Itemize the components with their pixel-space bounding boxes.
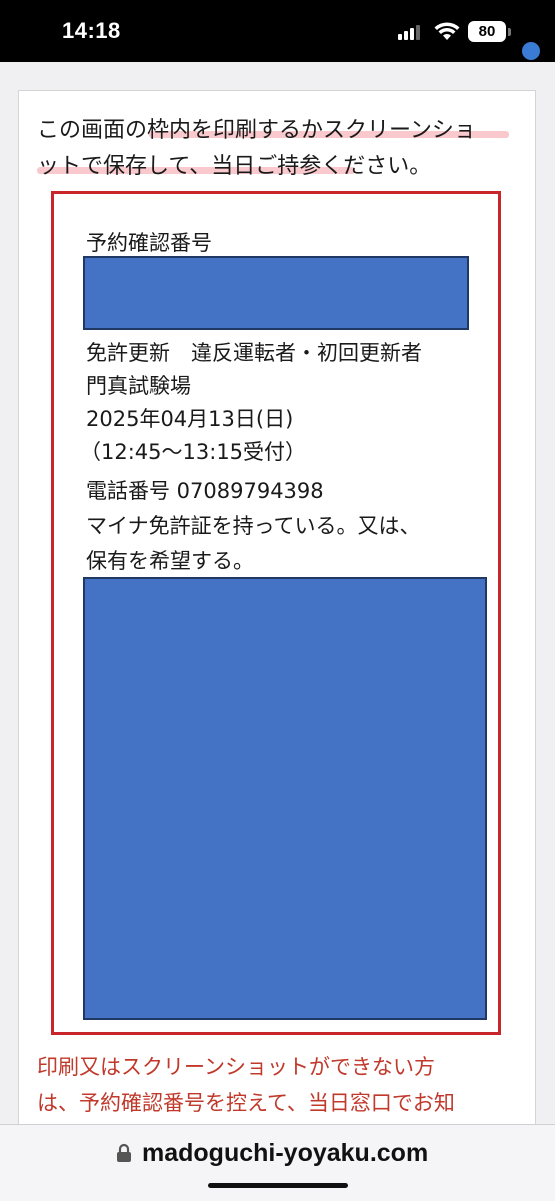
my-number-license-line-1: マイナ免許証を持っている。又は、 [86, 514, 421, 538]
battery-tip [508, 28, 511, 36]
license-type: 免許更新 違反運転者・初回更新者 [86, 341, 422, 365]
scroll-indicator-dot [522, 42, 540, 60]
reservation-number-label: 予約確認番号 [86, 231, 212, 255]
intro-line-1: この画面の枠内を印刷するかスクリーンショ [37, 118, 476, 143]
home-indicator[interactable] [208, 1183, 348, 1188]
location: 門真試験場 [86, 374, 191, 398]
battery-icon: 80 [468, 21, 506, 42]
notice-line-1: 印刷又はスクリーンショットができない方 [37, 1055, 435, 1079]
lock-icon [117, 1143, 131, 1162]
phone-number: 電話番号 07089794398 [86, 479, 324, 503]
reservation-number-redacted [83, 256, 469, 330]
notice-text: 印刷又はスクリーンショットができない方 は、予約確認番号を控えて、当日窓口でお知 [37, 1049, 517, 1121]
my-number-license-line-2: 保有を希望する。 [86, 549, 254, 573]
intro-text: この画面の枠内を印刷するかスクリーンショ ットで保存して、当日ご持参ください。 [37, 113, 515, 185]
qr-code-redacted [83, 577, 487, 1020]
wifi-icon [434, 22, 460, 40]
notice-line-2: は、予約確認番号を控えて、当日窓口でお知 [37, 1091, 455, 1115]
reception-time: （12:45～13:15受付） [80, 440, 307, 464]
reservation-date: 2025年04月13日(日) [86, 407, 294, 431]
status-time: 14:18 [62, 18, 121, 43]
status-bar: 14:18 80 [0, 0, 555, 62]
print-frame: 予約確認番号 免許更新 違反運転者・初回更新者 門真試験場 2025年04月13… [51, 191, 501, 1035]
url-text[interactable]: madoguchi-yoyaku.com [142, 1139, 428, 1168]
intro-line-2: ットで保存して、当日ご持参ください。 [37, 154, 432, 179]
browser-address-bar[interactable]: madoguchi-yoyaku.com [0, 1124, 555, 1201]
signal-icon [398, 24, 424, 40]
reservation-card: この画面の枠内を印刷するかスクリーンショ ットで保存して、当日ご持参ください。 … [18, 90, 536, 1171]
